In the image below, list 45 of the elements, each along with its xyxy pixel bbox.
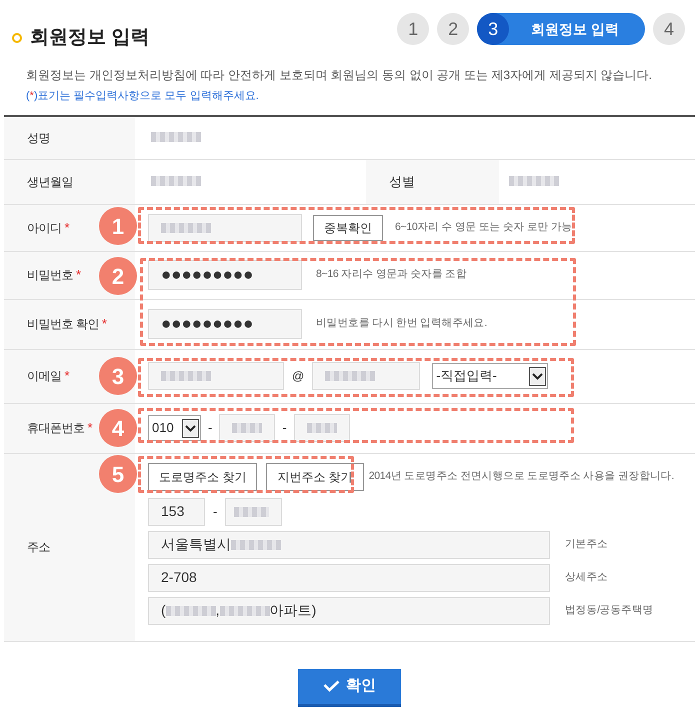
required-mark: *	[64, 218, 70, 237]
input-field[interactable]: ●●●●●●●●●	[148, 260, 302, 290]
required-mark: *	[64, 367, 70, 386]
button[interactable]: 중복확인	[313, 214, 383, 240]
separator: -	[208, 419, 212, 438]
step-number: 4	[653, 13, 685, 45]
button[interactable]: 지번주소 찾기	[266, 462, 364, 490]
field-label: 비밀번호	[27, 267, 73, 284]
required-mark: *	[76, 266, 82, 284]
hint-text: 8~16 자리수 영문과 숫자를 조합	[316, 267, 467, 282]
separator: -	[282, 419, 287, 438]
separator: -	[213, 502, 218, 521]
hint-text: 기본주소	[565, 536, 608, 552]
step-number: 1	[397, 13, 430, 45]
field-label: 휴대폰번호	[27, 420, 84, 437]
field-label: 이메일	[27, 368, 62, 385]
input-field[interactable]: 2-708	[148, 564, 550, 592]
page-title: 회원정보 입력	[30, 26, 150, 50]
step-number: 2	[437, 13, 470, 45]
field-label: 아이디	[27, 220, 62, 236]
notice-text: 회원정보는 개인정보처리방침에 따라 안전하게 보호되며 회원님의 동의 없이 공개 또는 제3자에게 제공되지 않습니다.	[25, 67, 654, 84]
hint-text: 법정동/공동주택명	[565, 602, 654, 618]
button[interactable]: 도로명주소 찾기	[148, 462, 258, 490]
dropdown[interactable]: 010	[148, 415, 201, 441]
required-mark: *	[102, 315, 107, 334]
step-label: 회원정보 입력	[531, 20, 619, 38]
at-sign: @	[292, 368, 304, 385]
input-field[interactable]: ( , 아파트)	[148, 596, 550, 624]
input-field[interactable]: 서울특별시	[148, 530, 550, 558]
hint-text: 6~10자리 수 영문 또는 숫자 로만 가능	[395, 220, 572, 235]
field-label: 성별	[389, 172, 415, 191]
required-note: (*)표기는 필수입력사항으로 모두 입력해주세요.	[25, 89, 260, 104]
dropdown[interactable]: -직접입력-	[432, 363, 548, 389]
step-number: 3	[477, 13, 510, 45]
required-mark: *	[88, 419, 93, 438]
input-field[interactable]: ●●●●●●●●●	[148, 309, 302, 339]
field-label: 주소	[27, 539, 50, 556]
field-label: 생년월일	[27, 174, 73, 190]
hint-text: 상세주소	[565, 570, 608, 585]
field-label: 비밀번호 확인	[27, 316, 99, 333]
confirm-button[interactable]: 확인	[298, 668, 401, 706]
hint-text: 비밀번호를 다시 한번 입력해주세요.	[316, 316, 487, 332]
field-label: 성명	[27, 130, 50, 146]
input-field[interactable]: 153	[148, 498, 205, 526]
hint-text: 2014년 도로명주소 전면시행으로 도로명주소 사용을 권장합니다.	[368, 468, 674, 484]
